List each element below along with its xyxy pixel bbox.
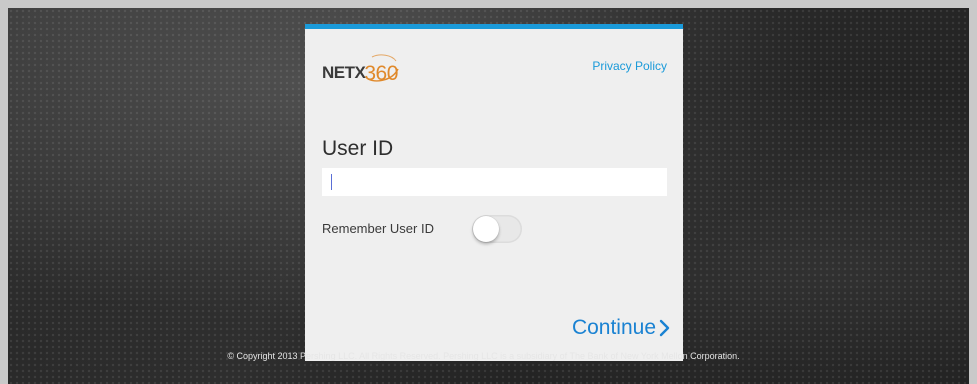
remember-user-id-toggle[interactable] bbox=[472, 215, 522, 243]
continue-label: Continue bbox=[571, 316, 656, 339]
logo-text: NETX bbox=[322, 63, 366, 82]
copyright-footer: © Copyright 2013 Pershing LLC. All Right… bbox=[227, 351, 740, 361]
user-id-label: User ID bbox=[322, 137, 394, 160]
login-card: NETX 360 Privacy Policy User ID Remember … bbox=[305, 24, 683, 361]
user-id-input[interactable] bbox=[322, 168, 667, 196]
logo-swoosh-icon bbox=[367, 54, 399, 82]
privacy-policy-link[interactable]: Privacy Policy bbox=[592, 59, 667, 73]
toggle-knob bbox=[473, 216, 499, 242]
text-cursor bbox=[331, 174, 332, 190]
background-frame: NETX 360 Privacy Policy User ID Remember … bbox=[8, 8, 969, 384]
chevron-right-icon bbox=[659, 319, 670, 337]
netx360-logo: NETX 360 bbox=[322, 54, 399, 85]
continue-button[interactable]: Continue bbox=[572, 316, 670, 340]
remember-user-id-label: Remember User ID bbox=[322, 221, 434, 236]
